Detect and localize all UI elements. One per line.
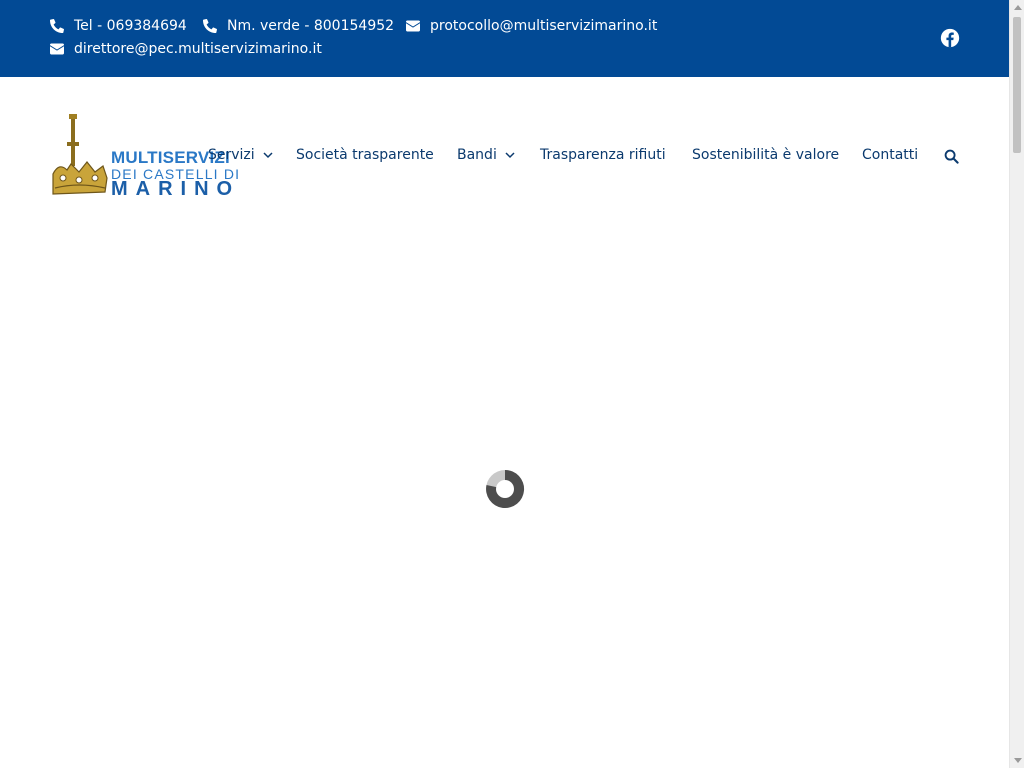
- logo-text-marino: MARINO: [111, 178, 241, 200]
- contact-email-protocol[interactable]: protocollo@multiservizimarino.it: [406, 18, 657, 34]
- search-icon: [944, 149, 959, 164]
- scroll-down-arrow-icon[interactable]: [1014, 758, 1022, 763]
- nav-item-label: Contatti: [862, 147, 919, 163]
- nav-item-bandi[interactable]: Bandi: [457, 147, 515, 163]
- contact-email-protocol-text: protocollo@multiservizimarino.it: [430, 18, 658, 34]
- nav-item-trasparenza-rifiuti[interactable]: Trasparenza rifiuti: [540, 147, 666, 163]
- nav-item-societa-trasparente[interactable]: Società trasparente: [296, 147, 434, 163]
- contact-phone-text: Tel - 069384694: [74, 18, 187, 34]
- phone-icon: [50, 19, 64, 33]
- nav-item-label: Servizi: [208, 147, 255, 163]
- nav-item-label: Sostenibilità è valore: [692, 147, 840, 163]
- contact-email-pec[interactable]: direttore@pec.multiservizimarino.it: [50, 41, 322, 57]
- chevron-down-icon: [505, 152, 515, 159]
- envelope-icon: [406, 20, 420, 32]
- facebook-link[interactable]: [940, 28, 960, 48]
- nav-item-contatti[interactable]: Contatti: [862, 147, 918, 163]
- phone-icon: [203, 19, 217, 33]
- nav-item-label: Società trasparente: [296, 147, 434, 163]
- chevron-down-icon: [263, 152, 273, 159]
- contact-phone[interactable]: Tel - 069384694: [50, 18, 187, 34]
- nav-item-label: Trasparenza rifiuti: [540, 147, 666, 163]
- scrollbar-thumb[interactable]: [1013, 17, 1021, 153]
- nav-item-label: Bandi: [457, 147, 497, 163]
- envelope-icon: [50, 43, 64, 55]
- top-contact-bar: Tel - 069384694 Nm. verde - 800154952 pr…: [0, 0, 1009, 77]
- search-button[interactable]: [944, 149, 959, 164]
- facebook-icon: [940, 28, 960, 48]
- scroll-up-arrow-icon[interactable]: [1014, 5, 1022, 10]
- nav-item-sostenibilita[interactable]: Sostenibilità è valore: [692, 147, 839, 163]
- contact-email-pec-text: direttore@pec.multiservizimarino.it: [74, 41, 322, 57]
- logo-emblem-icon: [52, 114, 108, 195]
- contact-toll-free[interactable]: Nm. verde - 800154952: [203, 18, 394, 34]
- vertical-scrollbar[interactable]: [1009, 0, 1024, 768]
- contact-toll-free-text: Nm. verde - 800154952: [227, 18, 395, 34]
- nav-item-servizi[interactable]: Servizi: [208, 147, 273, 163]
- loading-spinner: [484, 468, 526, 510]
- loading-spinner-icon: [486, 469, 525, 508]
